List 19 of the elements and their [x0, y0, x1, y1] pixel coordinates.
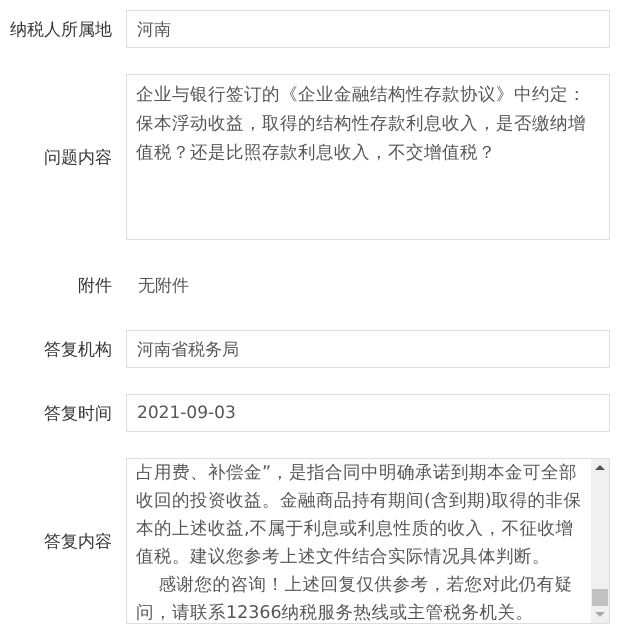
paragraph: 感谢您的咨询！上述回复仅供参考，若您对此仍有疑问，请联系12366纳税服务热线或主管税务机关。	[136, 574, 574, 623]
attachment-text: 无附件	[137, 274, 190, 296]
field-label: 问题内容	[43, 146, 112, 168]
text-field[interactable]: 河南	[126, 10, 610, 48]
text-area[interactable]: 占用费、补偿金”，是指合同中明确承诺到期本金可全部收回的投资收益。金融商品持有期间(含到期)取得的非保本的上述收益,不属于利息或利息性质的收入，不征收增值税。建议您参考上述文件结合实际情况具体判断。 感谢您的咨询！上述回复仅供参考，若您对此仍有疑问，请联系12366纳税服务热线或主管税务机关。	[126, 458, 610, 624]
text-field[interactable]: 河南省税务局	[126, 330, 610, 368]
text-field[interactable]: 2021-09-03	[126, 394, 610, 432]
scroll-up-icon[interactable]	[595, 465, 605, 470]
scroll-down-icon[interactable]	[595, 612, 605, 617]
field-label: 答复时间	[43, 402, 112, 424]
text-area[interactable]: 企业与银行签订的《企业金融结构性存款协议》中约定：保本浮动收益，取得的结构性存款利息收入，是否缴纳增值税？还是比照存款利息收入，不交增值税？	[126, 74, 610, 240]
scrollbar[interactable]	[591, 459, 609, 623]
field-label: 答复机构	[43, 338, 112, 360]
paragraph: 企业与银行签订的《企业金融结构性存款协议》中约定：保本浮动收益，取得的结构性存款利息收入，是否缴纳增值税？还是比照存款利息收入，不交增值税？	[136, 84, 587, 165]
scroll-thumb[interactable]	[592, 589, 608, 606]
field-label: 答复内容	[43, 530, 112, 552]
paragraph: 占用费、补偿金”，是指合同中明确承诺到期本金可全部收回的投资收益。金融商品持有期间(含到期)取得的非保本的上述收益,不属于利息或利息性质的收入，不征收增值税。建议您参考上述文件结合实际情况具体判断。	[136, 462, 583, 569]
field-label: 纳税人所属地	[9, 18, 112, 40]
field-label: 附件	[77, 274, 112, 296]
